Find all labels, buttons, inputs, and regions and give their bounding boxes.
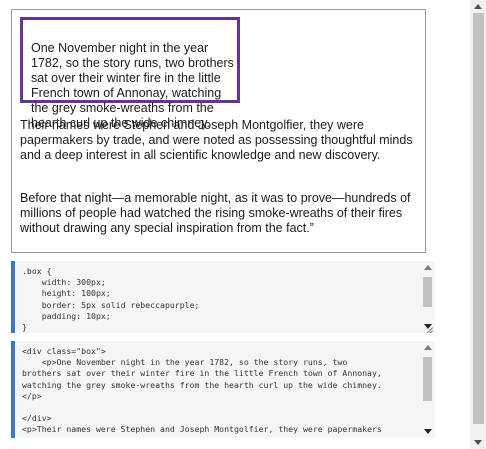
scroll-down-arrow-icon[interactable] (424, 429, 432, 434)
resize-handle-icon[interactable] (424, 322, 434, 332)
page-scroll-thumb[interactable] (473, 13, 484, 424)
scroll-up-arrow-icon[interactable] (424, 265, 432, 270)
scroll-up-arrow-icon[interactable] (424, 345, 432, 350)
css-editor-scrollbar[interactable] (422, 263, 433, 331)
page-scroll-down-icon[interactable] (474, 440, 482, 445)
paragraph-montgolfier: Their names were Stephen and Joseph Mont… (20, 118, 413, 162)
html-editor-scrollbar[interactable] (422, 343, 433, 436)
css-code[interactable]: .box { width: 300px; height: 100px; bord… (15, 261, 435, 333)
css-scroll-thumb[interactable] (423, 277, 432, 307)
box-element: One November night in the year 1782, so … (20, 17, 240, 130)
html-code[interactable]: <div class="box"> <p>One November night … (15, 341, 435, 436)
css-code-editor[interactable]: .box { width: 300px; height: 100px; bord… (11, 261, 435, 333)
output-preview: One November night in the year 1782, so … (11, 9, 426, 253)
html-code-editor[interactable]: <div class="box"> <p>One November night … (11, 341, 435, 438)
page-scroll-up-icon[interactable] (474, 4, 482, 9)
paragraph-before-that-night: Before that night—a memorable night, as … (20, 191, 411, 235)
html-scroll-thumb[interactable] (423, 357, 432, 401)
page-scrollbar[interactable] (470, 0, 486, 449)
